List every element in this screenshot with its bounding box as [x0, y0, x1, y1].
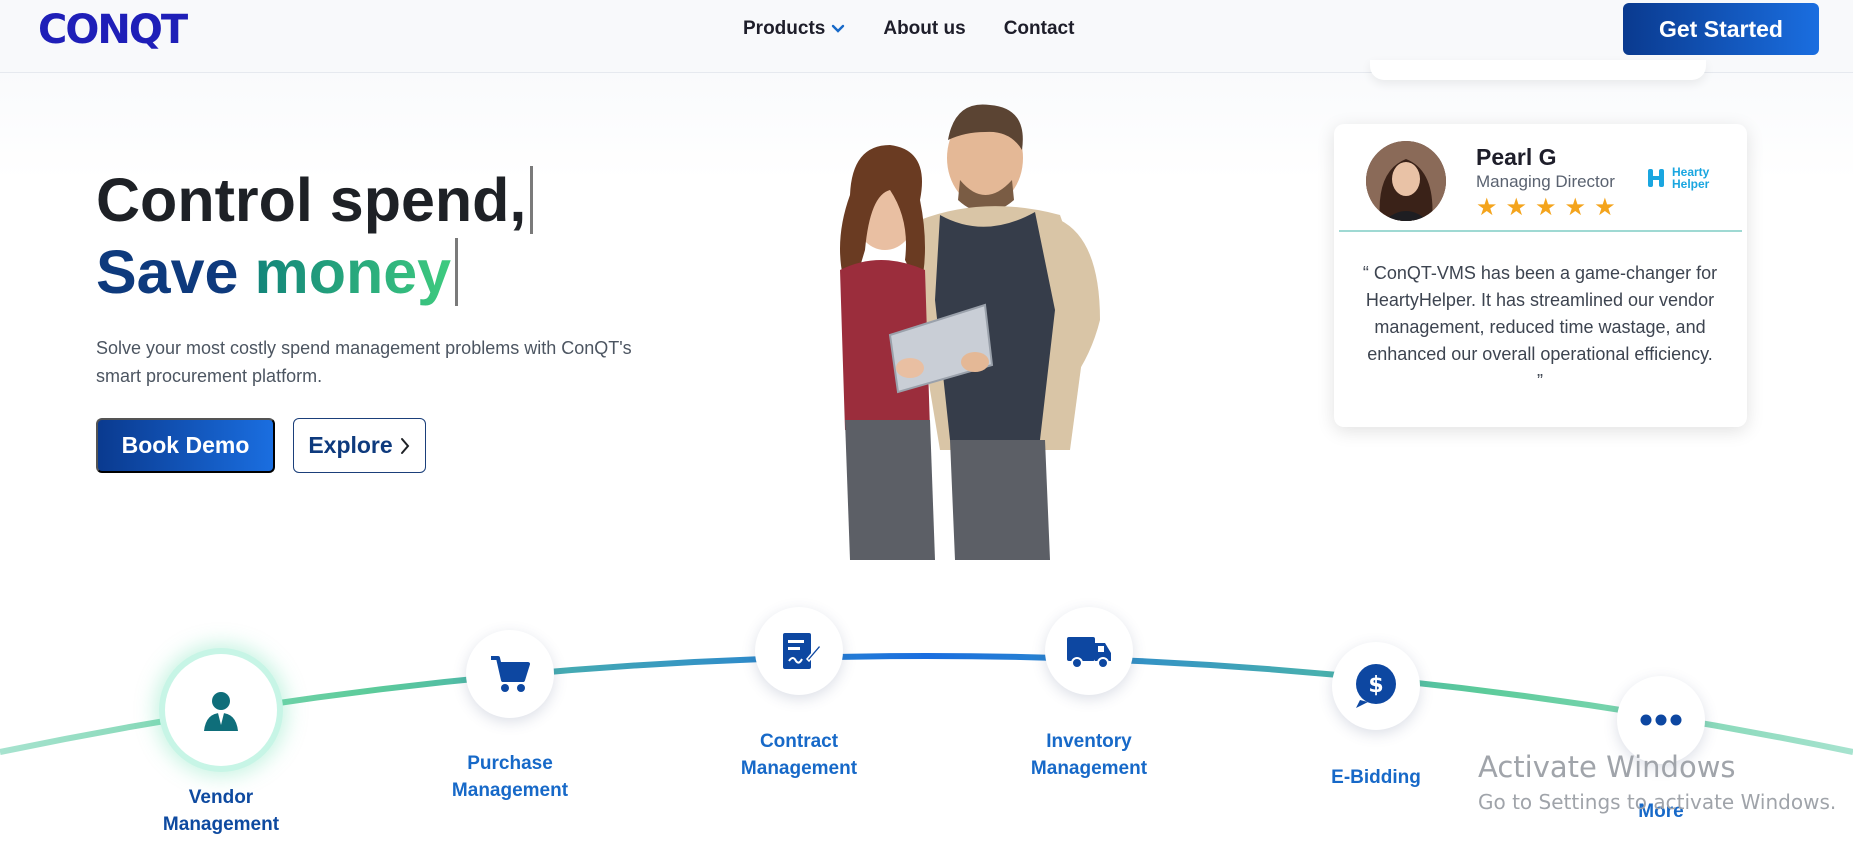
logo-text: CONQT	[38, 7, 188, 53]
module-inventory-label-1: Inventory	[1046, 731, 1132, 752]
module-vendor-label-1: Vendor	[188, 787, 254, 808]
windows-activation-watermark: Activate Windows Go to Settings to activ…	[1478, 750, 1836, 814]
testimonial-quote: “ ConQT-VMS has been a game-changer for …	[1362, 263, 1718, 391]
headline-text-1: Control spend,	[96, 166, 527, 234]
testimonial-name: Pearl G	[1476, 144, 1557, 170]
star-rating: ★ ★ ★ ★ ★	[1476, 196, 1616, 220]
get-started-button[interactable]: Get Started	[1623, 3, 1819, 55]
star-icon: ★	[1564, 194, 1587, 221]
headline-line-1: Control spend,	[96, 164, 534, 236]
main-nav: Products About us Contact	[743, 18, 1074, 40]
module-contract-label-2: Management	[740, 758, 858, 779]
truck-icon	[1067, 637, 1111, 669]
nav-products[interactable]: Products	[743, 18, 845, 40]
module-inventory-management[interactable]	[1045, 607, 1133, 695]
avatar-image	[1366, 141, 1446, 221]
headline-money: money	[254, 238, 452, 306]
nav-contact-label: Contact	[1003, 18, 1075, 39]
contract-icon	[783, 633, 821, 669]
star-icon: ★	[1535, 194, 1557, 221]
chevron-down-icon	[832, 24, 845, 33]
module-purchase-label-2: Management	[451, 780, 569, 801]
explore-label: Explore	[308, 432, 393, 458]
nav-about[interactable]: About us	[883, 18, 965, 40]
module-purchase-label-1: Purchase	[467, 753, 553, 774]
avatar	[1366, 141, 1446, 221]
cart-icon	[491, 656, 530, 692]
landing-page: CONQT Products About us Contact Get Star…	[0, 0, 1853, 859]
brand-line-2: Helper	[1672, 177, 1710, 191]
testimonial-role: Managing Director	[1476, 172, 1615, 191]
nav-contact[interactable]: Contact	[1004, 18, 1075, 40]
module-purchase-label[interactable]: Purchase Management	[430, 750, 590, 804]
nav-products-label: Products	[743, 18, 826, 39]
hero-people-illustration	[840, 104, 1100, 560]
star-icon: ★	[1505, 194, 1528, 221]
conqt-logo[interactable]: CONQT	[38, 7, 188, 53]
module-vendor-label-2: Management	[162, 814, 280, 835]
module-purchase-management[interactable]	[466, 630, 554, 718]
module-vendor-label[interactable]: Vendor Management	[141, 784, 301, 838]
book-demo-button[interactable]: Book Demo	[96, 418, 275, 473]
module-contract-management[interactable]	[755, 607, 843, 695]
testimonial-divider	[1339, 230, 1742, 232]
module-contract-label[interactable]: Contract Management	[719, 728, 879, 782]
star-icon: ★	[1594, 194, 1616, 221]
star-icon: ★	[1476, 194, 1498, 221]
module-contract-label-1: Contract	[759, 731, 839, 752]
watermark-subtitle: Go to Settings to activate Windows.	[1478, 790, 1837, 814]
dollar-bubble-icon: $	[1356, 664, 1396, 708]
headline-line-2: Save money	[96, 236, 533, 308]
hero-headline: Control spend, Save money	[96, 164, 534, 308]
typing-cursor-2	[455, 238, 459, 306]
ellipsis-icon	[1640, 714, 1682, 726]
testimonial-card: Pearl G Managing Director ★ ★ ★ ★ ★ Hear…	[1334, 124, 1747, 427]
watermark-title: Activate Windows	[1478, 750, 1736, 784]
chevron-right-icon	[400, 437, 410, 454]
headline-save: Save	[96, 238, 239, 306]
module-vendor-management[interactable]	[165, 654, 277, 766]
module-inventory-label[interactable]: Inventory Management	[1009, 728, 1169, 782]
explore-button[interactable]: Explore	[293, 418, 426, 473]
svg-text:$: $	[1368, 673, 1383, 698]
typing-cursor	[530, 166, 534, 234]
heartyhelper-mark-icon	[1648, 169, 1664, 187]
hero-subtext: Solve your most costly spend management …	[96, 338, 632, 386]
module-e-bidding[interactable]: $	[1332, 642, 1420, 730]
nav-about-label: About us	[883, 18, 966, 39]
module-ebidding-label-1: E-Bidding	[1331, 767, 1421, 788]
vendor-user-icon	[204, 692, 238, 731]
heartyhelper-logo: Hearty Helper	[1646, 166, 1709, 190]
module-ebidding-label[interactable]: E-Bidding	[1296, 764, 1456, 791]
module-inventory-label-2: Management	[1030, 758, 1148, 779]
card-shadow-edge	[1370, 60, 1706, 80]
